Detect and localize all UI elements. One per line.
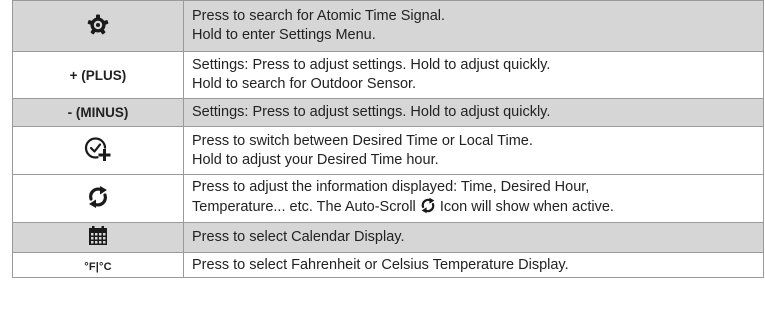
settings-gear-icon: [87, 14, 109, 39]
description-cell: Press to search for Atomic Time Signal. …: [183, 0, 764, 52]
description-line: Press to search for Atomic Time Signal.: [192, 8, 446, 24]
description-line: Hold to adjust your Desired Time hour.: [192, 151, 439, 168]
calendar-icon: [88, 226, 108, 249]
description-line: Press to select Calendar Display.: [192, 229, 405, 245]
description-line: Settings: Press to adjust settings. Hold…: [192, 103, 763, 122]
table-row: °F|°C Press to select Fahrenheit or Cels…: [12, 252, 764, 278]
plus-button-label: + (PLUS): [69, 67, 127, 83]
table-row: + (PLUS) Settings: Press to adjust setti…: [12, 51, 764, 99]
minus-button-label: - (MINUS): [67, 105, 129, 120]
table-row: Press to select Calendar Display.: [12, 222, 764, 253]
description-line: Press to select Fahrenheit or Celsius Te…: [192, 256, 569, 273]
button-function-table: Press to search for Atomic Time Signal. …: [12, 0, 764, 278]
description-line: Hold to search for Outdoor Sensor.: [192, 76, 417, 92]
button-cell: - (MINUS): [12, 98, 184, 127]
description-line: Temperature... etc. The Auto-Scroll Icon…: [192, 197, 763, 220]
description-cell: Press to switch between Desired Time or …: [183, 126, 764, 175]
settings-prefix: Settings:: [192, 57, 249, 73]
description-cell: Settings: Press to adjust settings. Hold…: [183, 51, 764, 99]
button-cell: [12, 126, 184, 175]
table-row: - (MINUS) Settings: Press to adjust sett…: [12, 98, 764, 127]
button-cell: + (PLUS): [12, 51, 184, 99]
description-text: Temperature... etc. The Auto-Scroll: [192, 198, 420, 215]
description-text: Icon will show when active.: [435, 198, 614, 215]
description-line: Press to switch between Desired Time or …: [192, 132, 533, 149]
description-line: Settings: Press to adjust settings. Hold…: [192, 56, 763, 75]
description-cell: Press to select Fahrenheit or Celsius Te…: [183, 252, 764, 278]
clock-plus-icon: [84, 136, 112, 165]
description-text: Press to adjust settings. Hold to adjust…: [248, 104, 551, 120]
fahrenheit-celsius-label: °F|°C: [84, 260, 112, 273]
button-cell: [12, 0, 184, 52]
description-text: Press to adjust settings. Hold to adjust…: [248, 57, 551, 73]
description-cell: Press to select Calendar Display.: [183, 222, 764, 253]
description-cell: Settings: Press to adjust settings. Hold…: [183, 98, 764, 127]
settings-prefix: Settings:: [192, 104, 249, 120]
description-line: Press to adjust the information displaye…: [192, 178, 590, 195]
button-cell: [12, 222, 184, 253]
description-line: Hold to enter Settings Menu.: [192, 27, 376, 43]
table-row: Press to adjust the information displaye…: [12, 174, 764, 223]
button-cell: °F|°C: [12, 252, 184, 278]
button-cell: [12, 174, 184, 223]
table-row: Press to switch between Desired Time or …: [12, 126, 764, 175]
auto-scroll-icon: [420, 197, 436, 220]
auto-scroll-icon: [87, 185, 109, 212]
table-row: Press to search for Atomic Time Signal. …: [12, 0, 764, 52]
description-cell: Press to adjust the information displaye…: [183, 174, 764, 223]
